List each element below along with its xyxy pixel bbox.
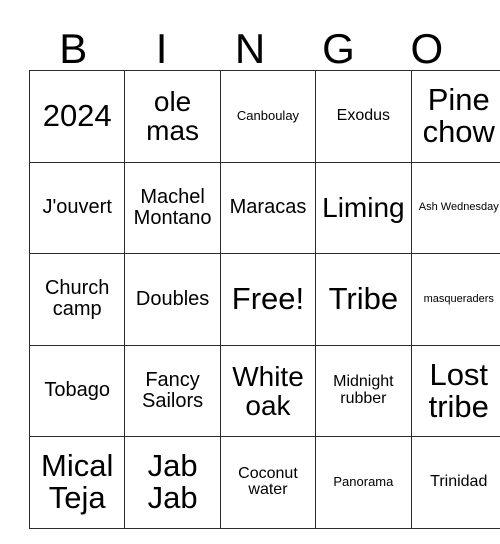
bingo-cell-label: Coconut water [238,464,298,499]
bingo-cell[interactable]: Panorama [315,436,412,529]
bingo-cell-label: 2024 [42,98,112,134]
bingo-cell-label: Machel Montano [133,185,212,229]
bingo-cell-label: Free! [231,281,305,317]
bingo-cell[interactable]: Ash Wednesday [410,161,500,254]
bingo-cell-label: Liming [322,192,405,224]
header-letter-n: N [234,25,266,72]
bingo-cell[interactable]: Canboulay [219,70,317,163]
bingo-cell-label: Jab Jab [147,448,198,516]
bingo-row: Tobago Fancy Sailors White oak Midnight … [28,344,500,437]
bingo-row: Mical Teja Jab Jab Coconut water Panoram… [28,436,500,529]
bingo-cell[interactable]: Coconut water [219,436,317,529]
bingo-row: J'ouvert Machel Montano Maracas Liming A… [28,161,500,254]
bingo-cell[interactable]: Jab Jab [124,436,221,529]
bingo-cell-label: Pine chow [422,82,495,150]
bingo-cell-label: Church camp [44,277,110,321]
bingo-cell[interactable]: masqueraders [410,253,500,346]
bingo-cell-label: Exodus [336,106,391,124]
bingo-cell[interactable]: Tribe [315,253,412,346]
bingo-cell[interactable]: Trinidad [410,436,500,529]
header-letter-o: O [410,25,444,72]
bingo-header: B I N G O [29,12,471,70]
bingo-cell[interactable]: Maracas [219,161,317,254]
bingo-cell-label: ole mas [146,86,200,147]
bingo-grid: 2024 ole mas Canboulay Exodus Pine chow … [28,70,500,529]
bingo-cell-label: Canboulay [236,108,300,124]
bingo-cell[interactable]: ole mas [124,70,221,163]
bingo-cell[interactable]: Lost tribe [410,344,500,437]
bingo-cell[interactable]: 2024 [28,70,126,163]
header-letter-g: G [322,25,355,72]
bingo-cell[interactable]: Pine chow [410,70,500,163]
bingo-cell[interactable]: Doubles [124,253,221,346]
bingo-cell-label: Tobago [44,379,110,402]
header-letter-i: I [155,25,168,72]
bingo-cell-label: J'ouvert [42,196,112,219]
bingo-card: B I N G O 2024 ole mas Canboulay Exodus … [28,12,500,529]
bingo-cell-label: Panorama [333,474,394,490]
bingo-cell-label: Tribe [328,281,399,317]
bingo-cell[interactable]: Mical Teja [28,436,126,529]
bingo-cell[interactable]: Exodus [315,70,412,163]
bingo-row: Church camp Doubles Free! Tribe masquera… [28,253,500,346]
bingo-cell[interactable]: White oak [219,344,317,437]
bingo-cell-label: Trinidad [430,472,488,490]
bingo-cell[interactable]: Machel Montano [124,161,221,254]
bingo-cell[interactable]: Tobago [28,344,126,437]
bingo-cell-label: Lost tribe [428,356,489,424]
bingo-cell-label: Doubles [135,287,210,310]
bingo-cell[interactable]: Liming [315,161,412,254]
bingo-cell-label: Fancy Sailors [142,368,204,412]
bingo-cell[interactable]: Midnight rubber [315,344,412,437]
bingo-cell[interactable]: J'ouvert [28,161,126,254]
bingo-cell-label: White oak [232,360,304,421]
bingo-cell[interactable]: Church camp [28,253,126,346]
bingo-cell[interactable]: Fancy Sailors [124,344,221,437]
bingo-row: 2024 ole mas Canboulay Exodus Pine chow [28,70,500,163]
header-letter-b: B [59,25,88,72]
bingo-cell-label: masqueraders [423,292,494,305]
bingo-cell-free[interactable]: Free! [219,253,317,346]
bingo-cell-label: Ash Wednesday [418,201,499,214]
bingo-cell-label: Mical Teja [41,448,114,516]
bingo-cell-label: Maracas [229,196,307,219]
bingo-cell-label: Midnight rubber [333,373,394,407]
